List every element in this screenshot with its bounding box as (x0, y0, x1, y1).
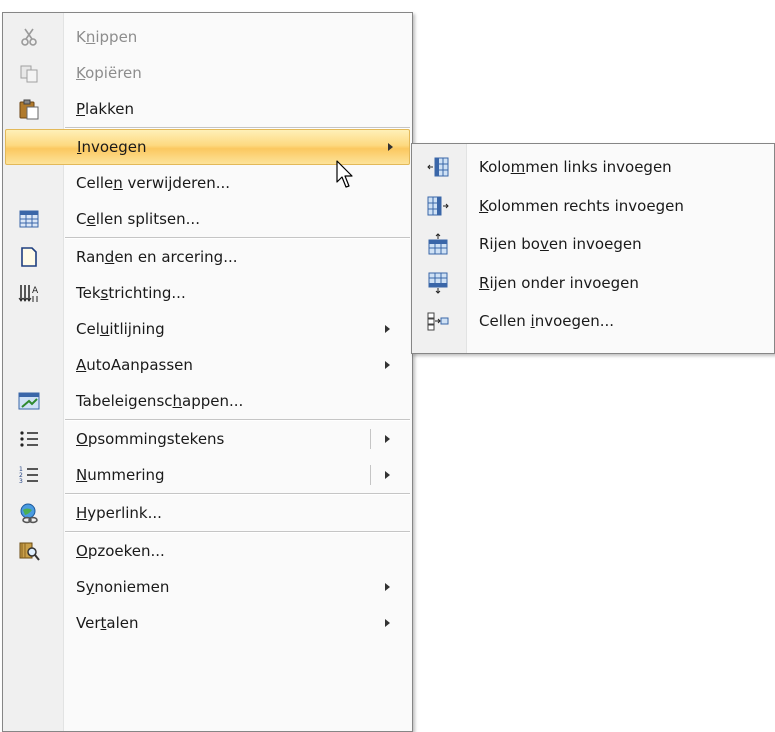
insert-rows-above-icon (427, 233, 449, 255)
submenu-arrow-icon (385, 361, 390, 369)
numbering-icon: 123 (18, 464, 40, 486)
bullets-icon (18, 428, 40, 450)
copy-icon (18, 62, 40, 84)
menu-item-celuitlijning[interactable]: Celuitlijning (3, 311, 412, 347)
menu-item-label: Kopiëren (76, 64, 142, 82)
menu-item-label: Celuitlijning (76, 320, 165, 338)
hyperlink-icon (18, 502, 40, 524)
menu-item-label: Randen en arcering... (76, 248, 238, 266)
insert-submenu: Kolommen links invoegen Kolommen rechts … (411, 143, 775, 354)
menu-item-nummering[interactable]: 123 Nummering (3, 457, 412, 493)
submenu-arrow-icon[interactable] (385, 435, 390, 443)
svg-text:A: A (32, 286, 39, 296)
menu-item-label: Opzoeken... (76, 542, 165, 560)
menu-item-label: Invoegen (77, 138, 147, 156)
split-cells-icon (18, 208, 40, 230)
borders-shading-icon (18, 246, 40, 268)
menu-item-label: Kolommen links invoegen (479, 158, 672, 177)
menu-item-label: Plakken (76, 100, 134, 118)
submenu-arrow-icon[interactable] (385, 471, 390, 479)
menu-item-label: Kolommen rechts invoegen (479, 196, 684, 215)
split-divider (370, 465, 371, 485)
insert-columns-right-icon (427, 195, 449, 217)
menu-item-synoniemen[interactable]: Synoniemen (3, 569, 412, 605)
text-direction-icon: A (18, 282, 40, 304)
menu-item-tabeleigenschappen[interactable]: Tabeleigenschappen... (3, 383, 412, 419)
submenu-item-insert-rows-below[interactable]: Rijen onder invoegen (412, 264, 774, 303)
insert-cells-icon (427, 310, 449, 332)
menu-item-label: Rijen boven invoegen (479, 235, 642, 254)
menu-item-label: Knippen (76, 28, 138, 46)
menu-item-label: Cellen splitsen... (76, 210, 200, 228)
menu-item-label: AutoAanpassen (76, 356, 193, 374)
menu-item-label: Synoniemen (76, 578, 170, 596)
mouse-pointer-icon (336, 160, 353, 188)
submenu-item-insert-columns-right[interactable]: Kolommen rechts invoegen (412, 187, 774, 226)
paste-icon (18, 98, 40, 120)
submenu-item-insert-rows-above[interactable]: Rijen boven invoegen (412, 225, 774, 264)
submenu-item-insert-cells[interactable]: Cellen invoegen... (412, 302, 774, 341)
scissors-icon (18, 26, 40, 48)
submenu-arrow-icon (388, 143, 393, 151)
insert-columns-left-icon (427, 156, 449, 178)
context-menu: Knippen Kopiëren Plakken Invoegen Cellen… (2, 12, 413, 732)
menu-item-knippen[interactable]: Knippen (3, 19, 412, 55)
menu-item-vertalen[interactable]: Vertalen (3, 605, 412, 641)
menu-item-cellen-splitsen[interactable]: Cellen splitsen... (3, 201, 412, 237)
submenu-arrow-icon (385, 325, 390, 333)
menu-item-label: Tabeleigenschappen... (76, 392, 244, 410)
menu-item-kopieren[interactable]: Kopiëren (3, 55, 412, 91)
menu-item-opsommingstekens[interactable]: Opsommingstekens (3, 421, 412, 457)
menu-item-label: Hyperlink... (76, 504, 162, 522)
menu-item-label: Cellen invoegen... (479, 312, 615, 331)
table-properties-icon (18, 390, 40, 412)
menu-item-label: Rijen onder invoegen (479, 273, 639, 292)
menu-item-label: Cellen verwijderen... (76, 174, 231, 192)
menu-item-label: Vertalen (76, 614, 139, 632)
menu-item-opzoeken[interactable]: Opzoeken... (3, 533, 412, 569)
menu-item-label: Nummering (76, 466, 165, 484)
svg-text:3: 3 (19, 478, 23, 485)
submenu-item-insert-columns-left[interactable]: Kolommen links invoegen (412, 148, 774, 187)
split-divider (370, 429, 371, 449)
insert-rows-below-icon (427, 272, 449, 294)
menu-item-randen-en-arcering[interactable]: Randen en arcering... (3, 239, 412, 275)
submenu-arrow-icon (385, 619, 390, 627)
menu-item-label: Opsommingstekens (76, 430, 225, 448)
research-icon (18, 540, 40, 562)
menu-item-autoaanpassen[interactable]: AutoAanpassen (3, 347, 412, 383)
menu-item-label: Tekstrichting... (76, 284, 186, 302)
menu-item-tekstrichting[interactable]: A Tekstrichting... (3, 275, 412, 311)
menu-item-hyperlink[interactable]: Hyperlink... (3, 495, 412, 531)
submenu-arrow-icon (385, 583, 390, 591)
menu-item-plakken[interactable]: Plakken (3, 91, 412, 127)
